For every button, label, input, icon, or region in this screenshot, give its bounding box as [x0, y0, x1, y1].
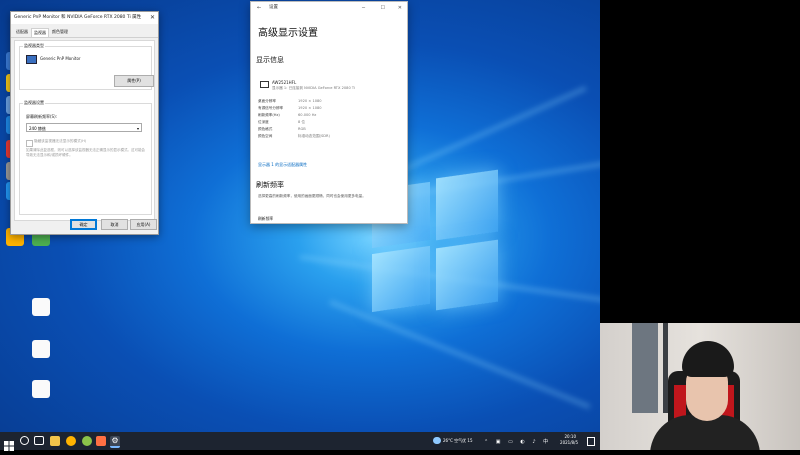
- task-view-icon[interactable]: [34, 436, 44, 445]
- monitor-tab-panel: 监视器类型 Generic PnP Monitor 属性(P) 监视器设置 屏幕…: [14, 40, 155, 221]
- monitor-icon: [260, 81, 269, 88]
- desktop-icon[interactable]: [28, 340, 54, 359]
- display-info-table: 桌面分辨率 1920 × 1080 有源信号分辨率 1920 × 1080 刷新频率(H…: [251, 98, 407, 140]
- group-title: 监视器类型: [23, 43, 45, 49]
- refresh-rate-label: 屏幕刷新频率(S):: [26, 114, 58, 119]
- notification-icon[interactable]: [587, 437, 595, 446]
- properties-button[interactable]: 属性(P): [114, 75, 154, 87]
- info-value: 1920 × 1080: [298, 106, 322, 110]
- webcam-overlay: [600, 323, 800, 450]
- minimize-icon[interactable]: ─: [362, 2, 365, 14]
- info-value: 1920 × 1080: [298, 99, 322, 103]
- apply-button-label: 应用(A): [136, 222, 151, 227]
- hide-modes-checkbox[interactable]: [26, 140, 33, 147]
- section-refresh-rate: 刷新频率: [256, 181, 284, 189]
- refresh-rate-value: 240 赫兹: [29, 126, 46, 131]
- info-value: 8 位: [298, 120, 306, 124]
- browser-icon[interactable]: [66, 436, 76, 446]
- info-key: 位深度: [258, 120, 269, 124]
- start-button[interactable]: [4, 436, 14, 451]
- window-frame: [632, 323, 658, 413]
- ok-button-label: 确定: [79, 222, 88, 227]
- app-icon: [32, 380, 50, 398]
- settings-app-title: 设置: [269, 5, 278, 10]
- page-title: 高级显示设置: [258, 28, 318, 39]
- close-icon[interactable]: ✕: [398, 2, 402, 14]
- weather-icon[interactable]: [433, 437, 441, 444]
- desktop-background: Generic PnP Monitor 和 NVIDIA GeForce RTX…: [0, 0, 600, 432]
- hide-modes-description: 如果清除此复选框，则可以选择该监视器无法正确显示的显示模式。这可能会导致无法显示…: [26, 148, 145, 157]
- cancel-button[interactable]: 取消: [101, 219, 128, 230]
- close-icon[interactable]: ✕: [150, 12, 155, 24]
- chevron-down-icon: ▾: [136, 126, 139, 131]
- info-value: 60.000 Hz: [298, 113, 317, 117]
- info-value: 标准动态范围(SDR): [298, 134, 330, 138]
- refresh-footer-label: 刷新频率: [258, 216, 274, 221]
- section-display-info: 显示信息: [256, 56, 284, 64]
- monitor-icon: [26, 55, 37, 64]
- refresh-rate-select[interactable]: 240 赫兹 ▾: [26, 123, 142, 132]
- info-key: 刷新频率(Hz): [258, 113, 280, 117]
- desktop-icon[interactable]: [28, 380, 54, 399]
- info-value: RGB: [298, 127, 306, 131]
- ok-button[interactable]: 确定: [70, 219, 97, 230]
- settings-titlebar: ← 设置 ─ ☐ ✕: [251, 2, 407, 14]
- monitor-name: Generic PnP Monitor: [40, 56, 81, 61]
- info-row: 刷新频率(Hz) 60.000 Hz: [251, 112, 407, 119]
- back-arrow-icon[interactable]: ←: [257, 2, 261, 14]
- monitor-subtitle: 显示器 1: 已连接到 NVIDIA GeForce RTX 2080 Ti: [272, 86, 355, 90]
- tab-color-management[interactable]: 颜色管理: [50, 28, 70, 37]
- monitor-model: AW2521HFL: [272, 80, 297, 85]
- adapter-properties-link[interactable]: 显示器 1 的显示适配器属性: [258, 162, 307, 168]
- hide-modes-label: 隐藏该监视器无法显示的模式(H): [34, 139, 87, 143]
- info-row: 位深度 8 位: [251, 119, 407, 126]
- group-title: 监视器设置: [23, 100, 45, 106]
- info-key: 桌面分辨率: [258, 99, 276, 103]
- advanced-display-settings-window: ← 设置 ─ ☐ ✕ 高级显示设置 显示信息 AW2521HFL 显示器 1: …: [250, 1, 408, 224]
- properties-button-label: 属性(P): [127, 78, 141, 83]
- maximize-icon[interactable]: ☐: [381, 2, 385, 14]
- app-icon[interactable]: [82, 436, 92, 446]
- cancel-button-label: 取消: [110, 222, 119, 227]
- apply-button[interactable]: 应用(A): [130, 219, 157, 230]
- monitor-type-group: 监视器类型 Generic PnP Monitor 属性(P): [19, 43, 154, 90]
- info-row: 颜色空间 标准动态范围(SDR): [251, 133, 407, 140]
- clock-time: 20:10: [564, 434, 576, 439]
- app-icon: [32, 340, 50, 358]
- dialog-tabs: 适配器 监视器 颜色管理: [11, 24, 158, 38]
- weather-text[interactable]: 26°C 空气优 15: [443, 438, 473, 444]
- search-icon[interactable]: [20, 436, 29, 445]
- tray-icons[interactable]: ⌃ ▣ ▭ ◐ ♪ 中: [484, 438, 551, 445]
- info-key: 有源信号分辨率: [258, 106, 284, 110]
- app-icon: [32, 298, 50, 316]
- taskbar: ⚙ 26°C 空气优 15 ⌃ ▣ ▭ ◐ ♪ 中 20:10 2021/8/5: [0, 432, 600, 451]
- clock-date: 2021/8/5: [560, 440, 578, 445]
- app-icon[interactable]: [96, 436, 106, 446]
- info-key: 颜色空间: [258, 134, 273, 138]
- info-row: 桌面分辨率 1920 × 1080: [251, 98, 407, 105]
- tab-monitor[interactable]: 监视器: [31, 28, 49, 37]
- refresh-description: 选择更高的刷新频率，使用的画面更顺畅，同时也会使用更多电量。: [258, 194, 366, 198]
- monitor-properties-dialog: Generic PnP Monitor 和 NVIDIA GeForce RTX…: [10, 11, 159, 235]
- monitor-settings-group: 监视器设置 屏幕刷新频率(S): 240 赫兹 ▾ 隐藏该监视器无法显示的模式(…: [19, 100, 152, 215]
- settings-gear-icon[interactable]: ⚙: [110, 436, 120, 448]
- explorer-icon[interactable]: [50, 436, 60, 446]
- dialog-titlebar: Generic PnP Monitor 和 NVIDIA GeForce RTX…: [11, 12, 158, 24]
- desktop-icon[interactable]: [28, 298, 54, 317]
- info-row: 有源信号分辨率 1920 × 1080: [251, 105, 407, 112]
- info-row: 颜色格式 RGB: [251, 126, 407, 133]
- info-key: 颜色格式: [258, 127, 273, 131]
- dialog-title: Generic PnP Monitor 和 NVIDIA GeForce RTX…: [14, 15, 142, 20]
- tab-adapter[interactable]: 适配器: [14, 28, 30, 37]
